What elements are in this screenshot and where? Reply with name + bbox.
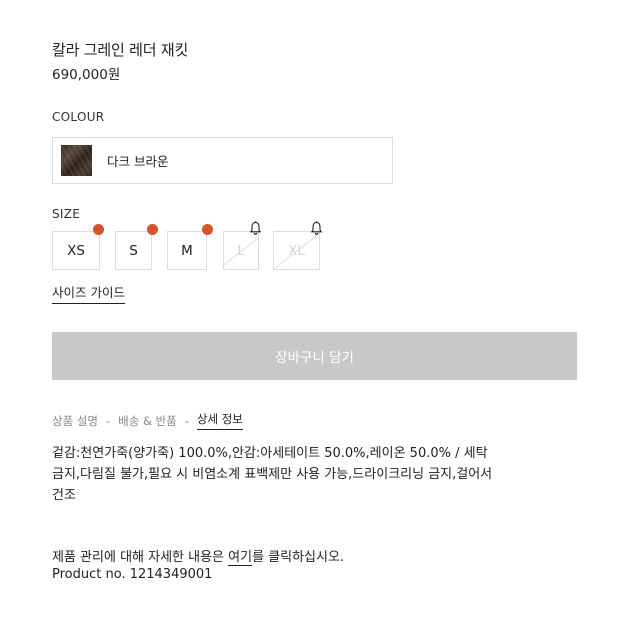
size-option-m[interactable]: M	[167, 231, 207, 270]
size-option-xl-label: XL	[288, 242, 305, 259]
tab-shipping-returns[interactable]: 배송 & 반품	[118, 413, 177, 429]
tab-details[interactable]: 상세 정보	[196, 411, 243, 430]
care-text-after: 를 클릭하십시오.	[252, 550, 345, 565]
size-option-xl[interactable]: XL	[273, 231, 320, 270]
tab-product-description[interactable]: 상품 설명	[52, 413, 98, 429]
notify-bell-icon[interactable]	[310, 221, 323, 235]
availability-dot-m	[202, 224, 213, 235]
size-option-l[interactable]: L	[223, 231, 259, 270]
care-text-before: 제품 관리에 대해 자세한 내용은	[52, 550, 229, 565]
composition-line: 겉감:천연가죽(양가죽) 100.0%,안감:아세테이트 50.0%,레이온 5…	[52, 446, 488, 461]
tab-separator: -	[184, 413, 189, 428]
info-tabs: 상품 설명 - 배송 & 반품 - 상세 정보	[52, 411, 243, 430]
composition-line: 금지,다림질 불가,필요 시 비염소계 표백제만 사용 가능,드라이크리닝 금지…	[52, 467, 493, 482]
availability-dot-xs	[93, 224, 104, 235]
colour-selector[interactable]: 다크 브라운	[52, 137, 393, 184]
size-label: SIZE	[52, 207, 81, 221]
notify-bell-icon[interactable]	[249, 221, 262, 235]
care-note: 제품 관리에 대해 자세한 내용은 여기를 클릭하십시오.	[52, 546, 345, 566]
colour-name: 다크 브라운	[107, 154, 169, 169]
size-guide-link[interactable]: 사이즈 가이드	[52, 282, 125, 304]
product-number: Product no. 1214349001	[52, 567, 213, 582]
size-option-l-label: L	[237, 242, 245, 259]
colour-swatch	[61, 145, 92, 176]
product-price: 690,000원	[52, 67, 121, 83]
composition-details: 겉감:천연가죽(양가죽) 100.0%,안감:아세테이트 50.0%,레이온 5…	[52, 443, 572, 506]
size-option-s[interactable]: S	[115, 231, 152, 270]
product-name: 칼라 그레인 레더 재킷	[52, 41, 189, 59]
availability-dot-s	[147, 224, 158, 235]
tab-separator: -	[105, 413, 111, 428]
composition-line: 건조	[52, 488, 76, 503]
size-option-xs[interactable]: XS	[52, 231, 100, 270]
care-link[interactable]: 여기	[228, 550, 253, 566]
add-to-cart-button[interactable]: 장바구니 담기	[52, 332, 577, 380]
colour-label: COLOUR	[52, 110, 105, 124]
